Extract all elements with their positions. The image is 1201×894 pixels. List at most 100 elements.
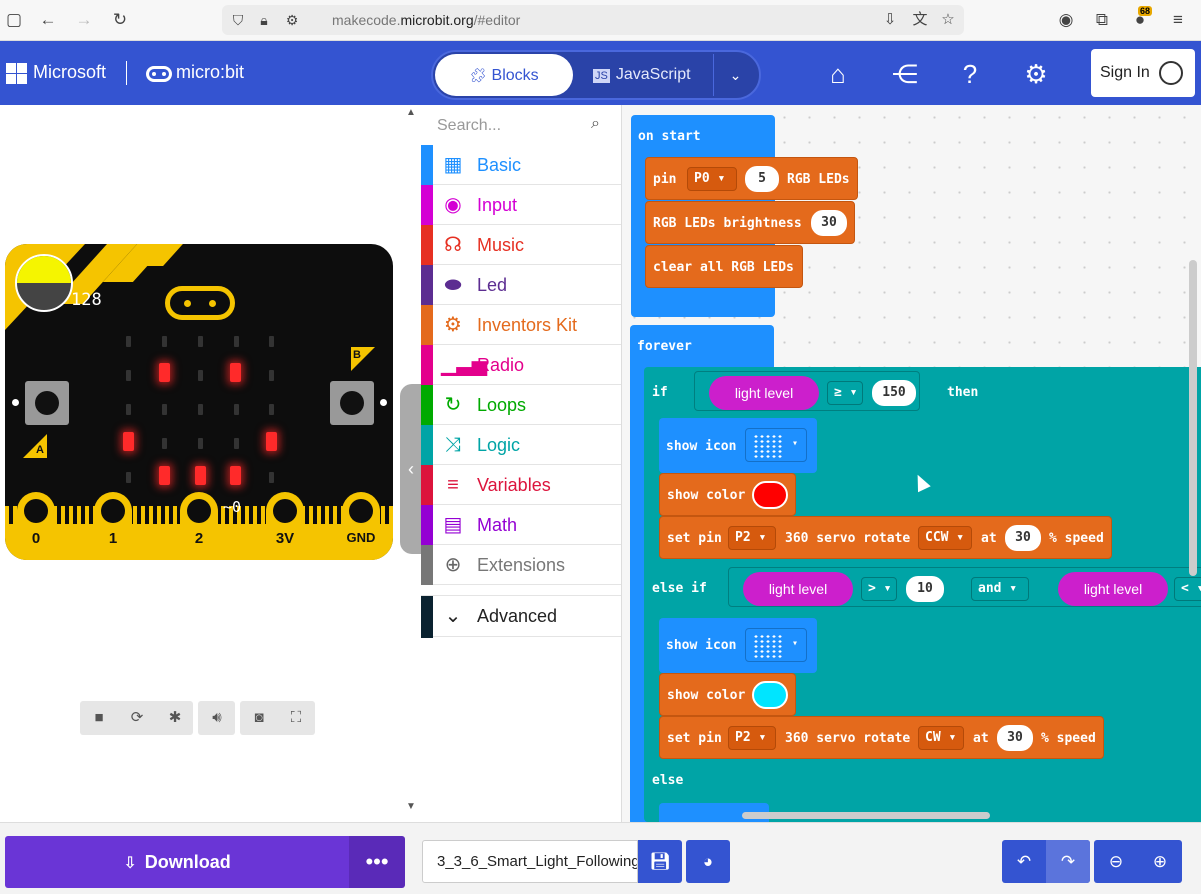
- color-picker-red[interactable]: [752, 481, 788, 509]
- category-advanced[interactable]: ⌄ Advanced: [421, 595, 621, 638]
- category-input[interactable]: ◉ Input: [421, 185, 621, 225]
- icon-picker[interactable]: ▾: [745, 628, 807, 662]
- light-level-reporter[interactable]: light level: [709, 376, 819, 410]
- category-variables[interactable]: ≡ Variables: [421, 465, 621, 505]
- operator-dropdown[interactable]: < ▾: [1174, 577, 1201, 601]
- pin-rgb-leds-block[interactable]: pin P0 ▾ 5 RGB LEDs: [645, 157, 858, 200]
- light-level-reporter[interactable]: light level: [743, 572, 853, 606]
- show-color-block[interactable]: show color: [659, 673, 796, 716]
- servo-rotate-block[interactable]: set pin P2 ▾ 360 servo rotate CW ▾ at 30…: [659, 716, 1104, 759]
- menu-icon[interactable]: ≡: [1168, 10, 1188, 30]
- direction-dropdown[interactable]: CW ▾: [918, 726, 964, 750]
- save-button[interactable]: 💾︎: [638, 840, 682, 883]
- category-inventors-kit[interactable]: ⚙ Inventors Kit: [421, 305, 621, 345]
- servo-pin-dropdown[interactable]: P2 ▾: [728, 726, 776, 750]
- blocks-tab[interactable]: 🧩︎ Blocks: [435, 54, 573, 96]
- button-a[interactable]: [25, 381, 69, 425]
- direction-dropdown[interactable]: CCW ▾: [918, 526, 972, 550]
- forward-icon[interactable]: →: [74, 10, 94, 30]
- pin-dropdown[interactable]: P0 ▾: [687, 167, 737, 191]
- permissions-icon[interactable]: ⚙: [282, 10, 302, 30]
- operator-dropdown[interactable]: ≥ ▾: [827, 381, 863, 405]
- url-text[interactable]: makecode.microbit.org/#editor: [332, 12, 520, 28]
- microsoft-brand[interactable]: Microsoft: [33, 62, 106, 83]
- brightness-input[interactable]: 30: [811, 210, 847, 236]
- and-dropdown[interactable]: and ▾: [971, 577, 1029, 601]
- redo-icon[interactable]: ↷: [1046, 840, 1090, 883]
- account-icon[interactable]: ◉: [1056, 10, 1076, 30]
- install-icon[interactable]: ⇩: [880, 10, 900, 30]
- pin-0[interactable]: 0: [17, 492, 55, 560]
- speed-input[interactable]: 30: [997, 725, 1033, 751]
- tabs-icon[interactable]: ▢: [4, 10, 24, 30]
- stop-icon[interactable]: ■: [80, 701, 118, 735]
- shield-icon[interactable]: ⛉: [228, 10, 248, 30]
- collapse-simulator-button[interactable]: ‹: [400, 384, 422, 554]
- show-icon-block[interactable]: show icon ▾: [659, 418, 817, 473]
- led-count-input[interactable]: 5: [745, 166, 779, 192]
- show-icon-block[interactable]: show icon ▾: [659, 618, 817, 673]
- pin-2[interactable]: 2: [180, 492, 218, 560]
- sign-in-button[interactable]: Sign In: [1091, 49, 1195, 97]
- undo-icon[interactable]: ↶: [1002, 840, 1046, 883]
- back-icon[interactable]: ←: [38, 10, 58, 30]
- lock-icon[interactable]: 🔒︎: [254, 10, 274, 30]
- toolbox-search-input[interactable]: Search...: [437, 117, 501, 135]
- category-loops[interactable]: ↻ Loops: [421, 385, 621, 425]
- light-level-reporter[interactable]: light level: [1058, 572, 1168, 606]
- touch-logo[interactable]: [165, 286, 235, 320]
- rgb-brightness-block[interactable]: RGB LEDs brightness 30: [645, 201, 855, 244]
- search-icon[interactable]: ⌕: [591, 115, 609, 133]
- color-picker-cyan[interactable]: [752, 681, 788, 709]
- language-dropdown[interactable]: ⌄: [713, 54, 757, 96]
- category-basic[interactable]: ▦ Basic: [421, 145, 621, 185]
- category-logic[interactable]: ⤨ Logic: [421, 425, 621, 465]
- restart-icon[interactable]: ⟳: [118, 701, 156, 735]
- operator-dropdown[interactable]: > ▾: [861, 577, 897, 601]
- category-music[interactable]: ☊ Music: [421, 225, 621, 265]
- block-text: then: [947, 385, 979, 400]
- address-bar[interactable]: ⛉ 🔒︎ ⚙ makecode.microbit.org/#editor ⇩ 文…: [222, 5, 964, 35]
- servo-pin-dropdown[interactable]: P2 ▾: [728, 526, 776, 550]
- extensions-icon[interactable]: ⧉: [1092, 10, 1112, 30]
- download-more-button[interactable]: •••: [349, 836, 405, 888]
- icon-picker[interactable]: ▾: [745, 428, 807, 462]
- zoom-in-icon[interactable]: ⊕: [1138, 840, 1182, 883]
- settings-gear-icon[interactable]: ⚙: [1020, 58, 1052, 90]
- share-icon[interactable]: ⋲: [889, 58, 921, 90]
- javascript-tab[interactable]: JS JavaScript: [593, 54, 713, 96]
- zoom-out-icon[interactable]: ⊖: [1094, 840, 1138, 883]
- workspace-horizontal-scrollbar[interactable]: [742, 812, 990, 819]
- light-sensor-slider[interactable]: [15, 254, 73, 312]
- camera-icon[interactable]: ◙: [240, 701, 278, 735]
- threshold-input[interactable]: 150: [872, 380, 916, 406]
- servo-rotate-block[interactable]: set pin P2 ▾ 360 servo rotate CCW ▾ at 3…: [659, 516, 1112, 559]
- project-name-input[interactable]: 3_3_6_Smart_Light_Following: [422, 840, 638, 883]
- category-led[interactable]: ⬬ Led: [421, 265, 621, 305]
- category-label: Variables: [477, 475, 551, 495]
- speed-input[interactable]: 30: [1005, 525, 1041, 551]
- home-icon[interactable]: ⌂: [822, 58, 854, 90]
- reload-icon[interactable]: ↻: [110, 10, 130, 30]
- button-b[interactable]: [330, 381, 374, 425]
- bookmark-icon[interactable]: ☆: [938, 10, 958, 30]
- help-icon[interactable]: ?: [954, 58, 986, 90]
- category-extensions[interactable]: ⊕ Extensions: [421, 545, 621, 585]
- scroll-down-icon[interactable]: ▼: [406, 801, 416, 812]
- show-color-block[interactable]: show color: [659, 473, 796, 516]
- debug-icon[interactable]: ✱: [156, 701, 194, 735]
- github-button[interactable]: ◕: [686, 840, 730, 883]
- download-button[interactable]: ⇩ Download: [5, 836, 349, 888]
- microbit-brand[interactable]: micro:bit: [176, 62, 244, 83]
- clear-rgb-block[interactable]: clear all RGB LEDs: [645, 245, 803, 288]
- fullscreen-icon[interactable]: ⛶: [277, 701, 315, 735]
- speaker-icon[interactable]: 🔊︎: [198, 701, 236, 735]
- translate-icon[interactable]: 文: [910, 10, 930, 30]
- blocks-workspace[interactable]: on start pin P0 ▾ 5 RGB LEDs RGB LEDs br…: [622, 105, 1201, 822]
- pin-1[interactable]: 1: [94, 492, 132, 560]
- scroll-up-icon[interactable]: ▲: [406, 107, 416, 118]
- threshold-input[interactable]: 10: [906, 576, 944, 602]
- category-math[interactable]: ▤ Math: [421, 505, 621, 545]
- workspace-vertical-scrollbar[interactable]: [1189, 260, 1197, 576]
- category-radio[interactable]: ▁▃▅ Radio: [421, 345, 621, 385]
